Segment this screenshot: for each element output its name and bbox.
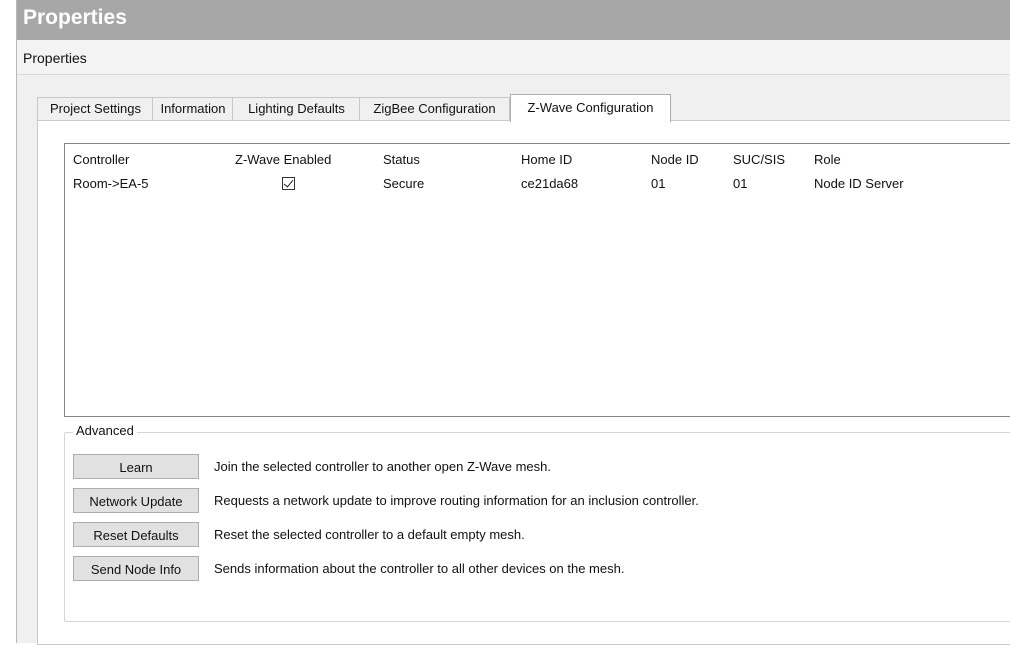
- zwave-enabled-checkbox[interactable]: [282, 177, 295, 190]
- learn-description: Join the selected controller to another …: [214, 459, 551, 474]
- cell-controller: Room->EA-5: [73, 176, 149, 191]
- tab-zigbee-configuration[interactable]: ZigBee Configuration: [359, 97, 510, 120]
- column-header-controller[interactable]: Controller: [73, 149, 129, 171]
- advanced-group: Advanced Learn Join the selected control…: [64, 423, 1010, 622]
- reset-defaults-description: Reset the selected controller to a defau…: [214, 527, 525, 542]
- table-row[interactable]: Room->EA-5 Secure ce21da68 01 01 Node ID…: [65, 173, 1010, 195]
- list-header: Controller Z-Wave Enabled Status Home ID…: [65, 149, 1010, 171]
- column-header-role[interactable]: Role: [814, 149, 841, 171]
- title-bar: Properties: [17, 0, 1010, 40]
- advanced-group-label: Advanced: [73, 423, 137, 438]
- column-header-home-id[interactable]: Home ID: [521, 149, 572, 171]
- reset-defaults-button[interactable]: Reset Defaults: [73, 522, 199, 547]
- learn-button[interactable]: Learn: [73, 454, 199, 479]
- column-header-node-id[interactable]: Node ID: [651, 149, 699, 171]
- cell-suc-sis: 01: [733, 176, 748, 191]
- cell-role: Node ID Server: [814, 176, 904, 191]
- cell-node-id: 01: [651, 176, 666, 191]
- cell-status: Secure: [383, 176, 425, 191]
- column-header-zwave-enabled[interactable]: Z-Wave Enabled: [235, 149, 331, 171]
- cell-home-id: ce21da68: [521, 176, 579, 191]
- content-area: Project Settings Information Lighting De…: [17, 75, 1010, 645]
- properties-header-label: Properties: [23, 50, 87, 66]
- tab-lighting-defaults[interactable]: Lighting Defaults: [232, 97, 361, 120]
- window-title: Properties: [23, 6, 127, 29]
- column-header-status[interactable]: Status: [383, 149, 420, 171]
- send-node-info-description: Sends information about the controller t…: [214, 561, 625, 576]
- network-update-button[interactable]: Network Update: [73, 488, 199, 513]
- tab-information[interactable]: Information: [152, 97, 234, 120]
- send-node-info-button[interactable]: Send Node Info: [73, 556, 199, 581]
- properties-window: Properties Properties Project Settings I…: [16, 0, 1010, 645]
- zwave-configuration-panel: Controller Z-Wave Enabled Status Home ID…: [37, 120, 1010, 645]
- network-update-description: Requests a network update to improve rou…: [214, 493, 699, 508]
- tab-project-settings[interactable]: Project Settings: [37, 97, 154, 120]
- tab-zwave-configuration[interactable]: Z-Wave Configuration: [510, 94, 671, 122]
- column-header-suc-sis[interactable]: SUC/SIS: [733, 149, 785, 171]
- controller-list[interactable]: Controller Z-Wave Enabled Status Home ID…: [64, 143, 1010, 417]
- properties-header: Properties: [17, 40, 1010, 75]
